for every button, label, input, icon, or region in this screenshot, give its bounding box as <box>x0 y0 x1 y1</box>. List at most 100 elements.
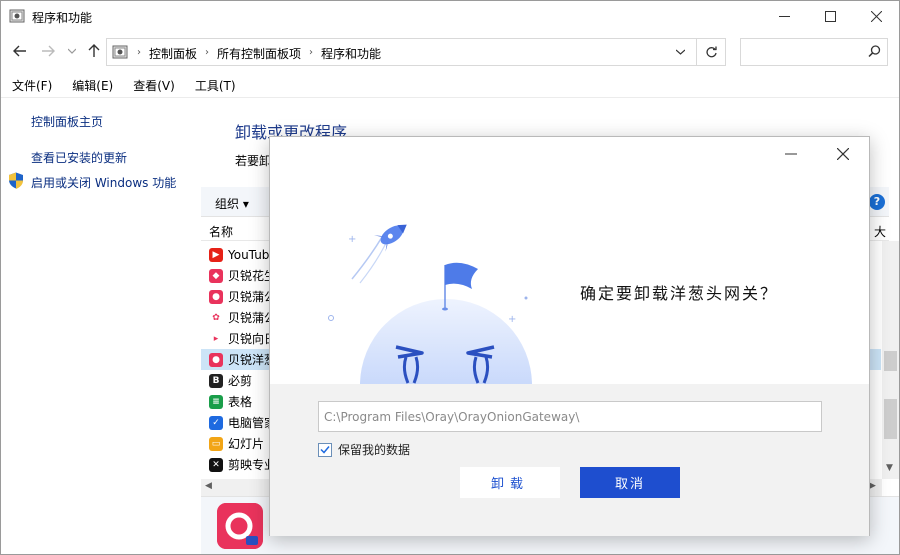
program-icon: ✿ <box>209 310 223 325</box>
recent-dropdown[interactable] <box>61 40 83 62</box>
program-name: 必剪 <box>228 374 253 388</box>
back-button[interactable] <box>9 40 31 62</box>
refresh-icon <box>706 46 717 57</box>
forward-button[interactable] <box>37 40 59 62</box>
help-icon[interactable]: ? <box>869 194 885 210</box>
uninstall-question: 确定要卸载洋葱头网关？ <box>580 284 779 303</box>
minimize-icon <box>785 153 797 155</box>
program-icon: ◆ <box>209 268 223 283</box>
program-row[interactable]: ✿ 贝锐蒲公 <box>201 307 271 328</box>
close-icon <box>837 148 849 160</box>
program-icon: ▭ <box>209 436 223 451</box>
programs-window: 程序和功能 › 控制面板 › 所有控制面板项 › 程序和功能 文件(F) 编辑(… <box>0 0 900 555</box>
program-name: 贝锐花生 <box>228 269 271 283</box>
program-row[interactable]: ✓ 电脑管家 <box>201 412 271 433</box>
keep-data-option[interactable]: 保留我的数据 <box>318 441 410 458</box>
program-row[interactable]: ● 贝锐洋葱 <box>201 349 271 370</box>
menu-bar: 文件(F) 编辑(E) 查看(V) 工具(T) <box>1 74 899 98</box>
program-name: 幻灯片 <box>228 437 265 451</box>
uninstall-dialog: + + 确定要卸载洋葱头网关？ C:\Program Files\Oray\Or… <box>269 136 870 536</box>
menu-tools[interactable]: 工具(T) <box>184 74 245 97</box>
title-bar: 程序和功能 <box>1 1 899 32</box>
minimize-button[interactable] <box>761 1 807 32</box>
installed-updates-link[interactable]: 查看已安装的更新 <box>31 149 127 166</box>
program-name: 贝锐蒲公 <box>228 290 271 304</box>
close-button[interactable] <box>853 1 899 32</box>
left-pane: 控制面板主页 查看已安装的更新 启用或关闭 Windows 功能 <box>1 99 201 554</box>
program-row[interactable]: ✕ 剪映专业 <box>201 454 271 475</box>
menu-file[interactable]: 文件(F) <box>1 74 61 97</box>
arrow-right-icon <box>42 45 55 57</box>
address-bar[interactable]: › 控制面板 › 所有控制面板项 › 程序和功能 <box>106 38 726 66</box>
scroll-down-icon[interactable]: ▼ <box>886 463 893 473</box>
onion-gateway-app-icon <box>217 503 263 549</box>
checkmark-icon <box>320 446 330 454</box>
program-name: 贝锐洋葱 <box>228 353 271 367</box>
minimize-icon <box>778 16 790 17</box>
menu-edit[interactable]: 编辑(E) <box>61 74 122 97</box>
column-name[interactable]: 名称 <box>209 223 233 240</box>
vertical-scrollbar[interactable]: ▼ <box>882 241 899 479</box>
program-row[interactable]: ● 贝锐蒲公 <box>201 286 271 307</box>
dialog-close-button[interactable] <box>828 143 858 165</box>
breadcrumb: › 控制面板 › 所有控制面板项 › 程序和功能 <box>133 45 385 62</box>
maximize-button[interactable] <box>807 1 853 32</box>
scroll-thumb[interactable] <box>884 399 897 439</box>
windows-features-link[interactable]: 启用或关闭 Windows 功能 <box>31 174 176 191</box>
keep-data-checkbox[interactable] <box>318 442 332 457</box>
maximize-icon <box>824 11 836 22</box>
program-name: 贝锐向日 <box>228 332 271 346</box>
program-icon: ● <box>209 289 223 304</box>
menu-view[interactable]: 查看(V) <box>122 74 184 97</box>
control-panel-icon <box>112 45 128 59</box>
program-name: 表格 <box>228 395 253 409</box>
program-name: YouTube <box>228 247 271 262</box>
page-description: 若要卸 <box>235 154 272 168</box>
refresh-button[interactable] <box>696 39 726 65</box>
breadcrumb-programs[interactable]: 程序和功能 <box>317 45 385 62</box>
control-panel-icon <box>9 9 25 23</box>
organize-button[interactable]: 组织 ▾ <box>215 195 249 212</box>
navigation-bar: › 控制面板 › 所有控制面板项 › 程序和功能 <box>1 32 899 72</box>
program-row[interactable]: ▭ 幻灯片 <box>201 433 271 454</box>
program-name: 电脑管家 <box>228 416 271 430</box>
install-path-box[interactable] <box>318 401 822 432</box>
program-icon: ● <box>209 352 223 367</box>
column-size[interactable]: 大 <box>874 223 886 240</box>
cancel-button[interactable]: 取消 <box>580 467 680 498</box>
uninstall-button[interactable]: 卸载 <box>460 467 560 498</box>
program-row[interactable]: B 必剪 <box>201 370 271 391</box>
up-button[interactable] <box>83 40 105 62</box>
search-input[interactable] <box>745 43 855 61</box>
dialog-minimize-button[interactable] <box>776 143 806 165</box>
search-icon <box>868 45 881 58</box>
program-row[interactable]: ▶ YouTube <box>201 244 271 265</box>
scroll-right-icon[interactable]: ▶ <box>869 481 876 491</box>
breadcrumb-all-items[interactable]: 所有控制面板项 <box>213 45 305 62</box>
keep-data-label: 保留我的数据 <box>338 443 411 457</box>
chevron-down-icon <box>675 49 685 55</box>
program-icon: ✕ <box>209 457 223 472</box>
scroll-left-icon[interactable]: ◀ <box>205 481 212 491</box>
control-panel-home-link[interactable]: 控制面板主页 <box>31 113 103 130</box>
address-dropdown[interactable] <box>667 39 693 65</box>
program-icon: ▸ <box>209 331 223 346</box>
install-path-field[interactable] <box>319 402 821 431</box>
scroll-thumb[interactable] <box>884 351 897 371</box>
program-icon: ≡ <box>209 394 223 409</box>
program-name: 贝锐蒲公 <box>228 311 271 325</box>
breadcrumb-control-panel[interactable]: 控制面板 <box>145 45 201 62</box>
close-icon <box>870 11 882 22</box>
program-row[interactable]: ▸ 贝锐向日 <box>201 328 271 349</box>
svg-text:+: + <box>508 314 516 325</box>
breadcrumb-separator: › <box>205 47 210 58</box>
search-box[interactable] <box>740 38 888 66</box>
program-icon: ✓ <box>209 415 223 430</box>
breadcrumb-separator: › <box>309 47 314 58</box>
arrow-left-icon <box>13 45 26 57</box>
program-row[interactable]: ◆ 贝锐花生 <box>201 265 271 286</box>
program-row[interactable]: ≡ 表格 <box>201 391 271 412</box>
chevron-down-icon <box>68 48 76 54</box>
program-icon: ▶ <box>209 247 223 262</box>
program-icon: B <box>209 373 223 388</box>
